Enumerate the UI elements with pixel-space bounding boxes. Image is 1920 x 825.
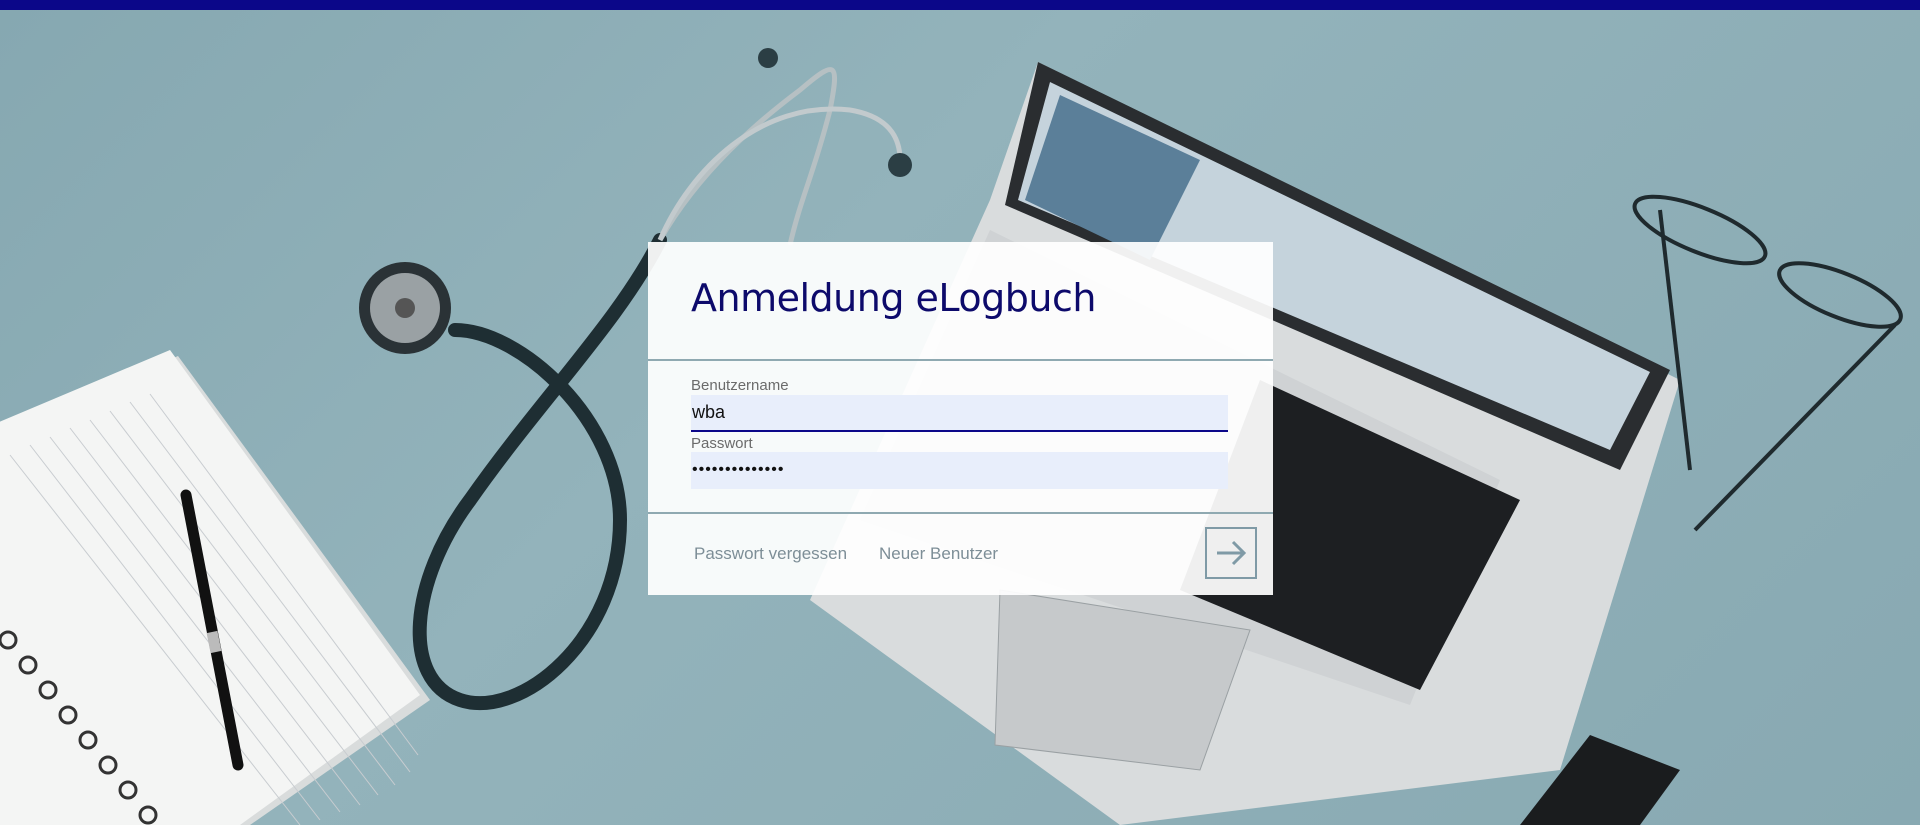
header-divider (648, 359, 1273, 361)
footer-divider (648, 512, 1273, 514)
glasses-image (1632, 194, 1903, 532)
forgot-password-link[interactable]: Passwort vergessen (694, 544, 847, 564)
password-label: Passwort (691, 435, 753, 452)
username-label: Benutzername (691, 377, 789, 394)
notebook-image (0, 350, 430, 825)
password-input[interactable] (691, 452, 1228, 489)
arrow-right-icon (1217, 540, 1247, 566)
top-accent-bar (0, 0, 1920, 10)
login-card: Anmeldung eLogbuch Benutzername Passwort… (648, 242, 1273, 595)
login-submit-button[interactable] (1205, 527, 1257, 579)
page-title: Anmeldung eLogbuch (691, 276, 1096, 320)
new-user-link[interactable]: Neuer Benutzer (879, 544, 998, 564)
username-input[interactable] (691, 395, 1228, 432)
